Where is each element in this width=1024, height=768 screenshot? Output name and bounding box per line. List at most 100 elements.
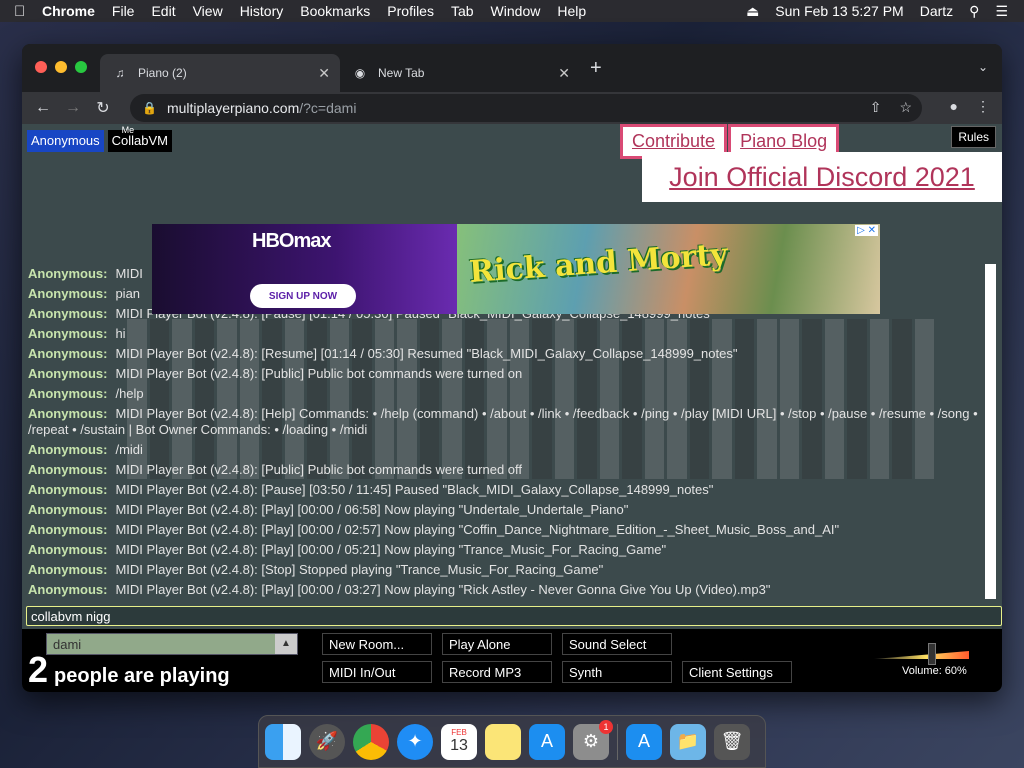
chat-author[interactable]: Anonymous: [28, 462, 107, 477]
participant-collabvm[interactable]: Me CollabVM [107, 125, 173, 152]
reload-button[interactable]: ↻ [88, 98, 118, 118]
volume-label: Volume: 60% [902, 665, 967, 677]
chat-author[interactable]: Anonymous: [28, 346, 107, 361]
menubar-datetime[interactable]: Sun Feb 13 5:27 PM [775, 3, 903, 19]
macos-dock: 🚀 ✦ FEB 13 A ⚙ 1 A 📁 🗑 [258, 715, 766, 768]
launchpad-icon[interactable]: 🚀 [309, 723, 345, 760]
participant-me[interactable]: Anonymous [27, 130, 104, 152]
chat-text: pian [115, 286, 141, 301]
tab-close-icon[interactable]: ✕ [558, 65, 570, 82]
scrollbar-thumb[interactable] [985, 264, 996, 599]
menubar-user[interactable]: Dartz [920, 3, 953, 19]
calendar-icon[interactable]: FEB 13 [441, 723, 477, 760]
share-icon[interactable]: ⇧ [870, 99, 882, 116]
profile-avatar-icon[interactable]: ● [950, 98, 958, 115]
chevron-up-icon[interactable]: ▲ [275, 634, 297, 654]
rules-button[interactable]: Rules [951, 126, 996, 148]
ad-close-icon[interactable]: ▷ ✕ [855, 225, 878, 236]
chat-author[interactable]: Anonymous: [28, 542, 107, 557]
menu-window[interactable]: Window [491, 3, 541, 19]
tab-new-tab[interactable]: ◉ New Tab ✕ [340, 54, 580, 92]
chat-input[interactable]: collabvm nigg [26, 606, 1002, 626]
chat-scrollbar[interactable] [983, 264, 997, 599]
tab-piano[interactable]: ♫ Piano (2) ✕ [100, 54, 340, 92]
address-bar[interactable]: 🔒 multiplayerpiano.com /?c=dami ⇧ ☆ [130, 94, 922, 122]
eject-icon[interactable]: ⏏ [746, 3, 759, 20]
chat-author[interactable]: Anonymous: [28, 306, 107, 321]
notes-icon[interactable] [485, 723, 521, 760]
ad-hbomax-panel[interactable]: HBOmax SIGN UP NOW [152, 224, 457, 314]
control-center-icon[interactable]: ☰ [995, 3, 1008, 20]
chat-text: hi [115, 326, 126, 341]
new-tab-button[interactable]: + [590, 57, 602, 80]
chat-message: Anonymous: MIDI Player Bot (v2.4.8): [Sto… [28, 560, 983, 580]
chrome-icon[interactable] [353, 723, 389, 760]
menu-help[interactable]: Help [557, 3, 586, 19]
close-window-button[interactable] [35, 61, 47, 73]
safari-icon[interactable]: ✦ [397, 723, 433, 760]
tab-search-chevron-icon[interactable]: ⌄ [978, 60, 988, 74]
chat-author[interactable]: Anonymous: [28, 366, 107, 381]
apple-icon[interactable]:  [14, 3, 42, 20]
tab-close-icon[interactable]: ✕ [318, 65, 330, 82]
app-store-icon[interactable]: A [529, 723, 565, 760]
advertisement-banner[interactable]: HBOmax SIGN UP NOW Rick and Morty ▷ ✕ [152, 224, 880, 314]
chat-author[interactable]: Anonymous: [28, 482, 107, 497]
player-count-number: 2 [28, 649, 49, 690]
app-store-downloads-icon[interactable]: A [626, 723, 662, 760]
system-preferences-icon[interactable]: ⚙ 1 [573, 719, 613, 760]
chat-text: MIDI Player Bot (v2.4.8): [Public] Publi… [115, 462, 523, 477]
volume-slider[interactable]: Volume: 60% [874, 643, 974, 688]
chat-message: Anonymous: MIDI Player Bot (v2.4.8): [Pla… [28, 540, 983, 560]
bookmark-star-icon[interactable]: ☆ [899, 99, 912, 116]
chat-author[interactable]: Anonymous: [28, 522, 107, 537]
chat-author[interactable]: Anonymous: [28, 326, 107, 341]
forward-button[interactable]: → [58, 99, 88, 117]
menu-profiles[interactable]: Profiles [387, 3, 434, 19]
chat-text: MIDI Player Bot (v2.4.8): [Play] [00:00 … [115, 502, 629, 517]
menu-file[interactable]: File [112, 3, 135, 19]
menu-history[interactable]: History [240, 3, 284, 19]
chat-author[interactable]: Anonymous: [28, 562, 107, 577]
chat-log[interactable]: Anonymous: MIDI Anonymous: pian Anonymous: MI… [28, 264, 983, 599]
chat-author[interactable]: Anonymous: [28, 286, 107, 301]
menu-view[interactable]: View [193, 3, 223, 19]
tab-strip: ♫ Piano (2) ✕ ◉ New Tab ✕ + ⌄ [22, 44, 1002, 92]
sound-select-button[interactable]: Sound Select [562, 633, 672, 655]
ad-show-title: Rick and Morty [468, 237, 729, 290]
play-alone-button[interactable]: Play Alone [442, 633, 552, 655]
discord-banner: Join Official Discord 2021 [642, 152, 1002, 202]
new-room-button[interactable]: New Room... [322, 633, 432, 655]
trash-icon[interactable]: 🗑 [714, 723, 750, 760]
chat-message: Anonymous: MIDI Player Bot (v2.4.8): [Pla… [28, 580, 983, 599]
record-mp3-button[interactable]: Record MP3 [442, 661, 552, 683]
minimize-window-button[interactable] [55, 61, 67, 73]
zoom-window-button[interactable] [75, 61, 87, 73]
synth-button[interactable]: Synth [562, 661, 672, 683]
volume-knob[interactable] [928, 643, 936, 665]
chat-author[interactable]: Anonymous: [28, 406, 107, 421]
midi-in-out-button[interactable]: MIDI In/Out [322, 661, 432, 683]
menu-app[interactable]: Chrome [42, 3, 95, 19]
chat-author[interactable]: Anonymous: [28, 386, 107, 401]
client-settings-button[interactable]: Client Settings [682, 661, 792, 683]
menu-edit[interactable]: Edit [151, 3, 175, 19]
menu-tab[interactable]: Tab [451, 3, 474, 19]
ad-signup-button[interactable]: SIGN UP NOW [250, 284, 356, 308]
spotlight-search-icon[interactable]: ⚲ [969, 3, 979, 20]
menu-bookmarks[interactable]: Bookmarks [300, 3, 370, 19]
discord-link[interactable]: Join Official Discord 2021 [669, 162, 975, 193]
chat-author[interactable]: Anonymous: [28, 502, 107, 517]
lock-icon[interactable]: 🔒 [142, 101, 157, 115]
volume-track[interactable] [874, 651, 969, 659]
chrome-menu-icon[interactable]: ⋮ [976, 98, 990, 115]
chat-author[interactable]: Anonymous: [28, 442, 107, 457]
finder-icon[interactable] [265, 723, 301, 760]
downloads-folder-icon[interactable]: 📁 [670, 723, 706, 760]
dock-separator [617, 723, 618, 760]
back-button[interactable]: ← [28, 99, 58, 117]
chat-author[interactable]: Anonymous: [28, 266, 107, 281]
participant-name: CollabVM [111, 133, 169, 148]
ad-image-panel[interactable]: Rick and Morty ▷ ✕ [457, 224, 880, 314]
chat-author[interactable]: Anonymous: [28, 582, 107, 597]
